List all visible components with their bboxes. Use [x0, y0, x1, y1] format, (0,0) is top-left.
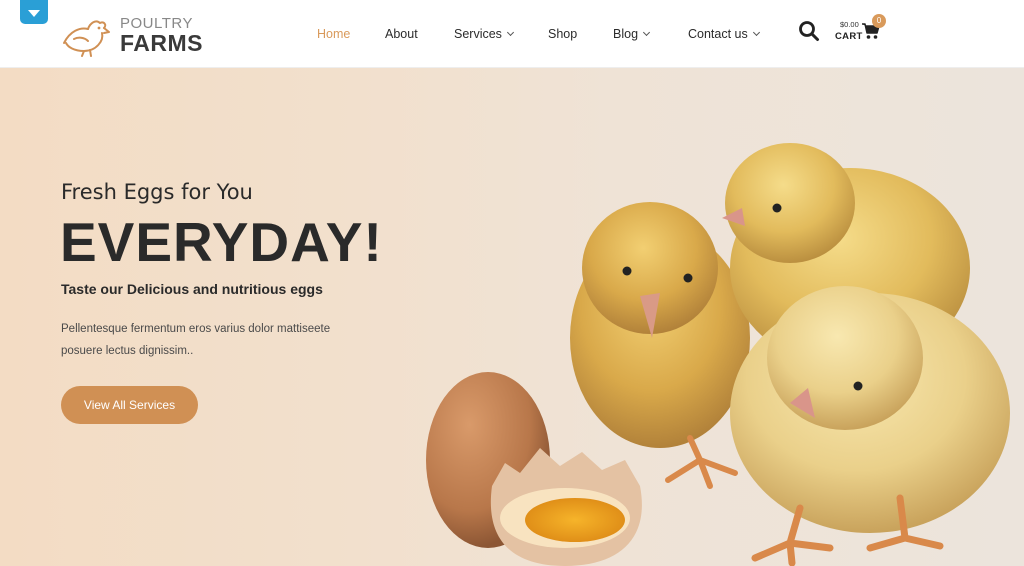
cart-label: CART [835, 31, 863, 42]
nav-item-contact[interactable]: Contact us [688, 27, 760, 41]
nav-label: Contact us [688, 27, 748, 41]
chevron-down-icon [506, 28, 514, 37]
nav-item-shop[interactable]: Shop [548, 27, 577, 41]
nav-item-services[interactable]: Services [454, 27, 514, 41]
nav-item-blog[interactable]: Blog [613, 27, 651, 41]
nav-label: Blog [613, 27, 639, 41]
nav-item-home[interactable]: Home [317, 27, 350, 41]
logo-line2: FARMS [120, 29, 203, 56]
nav-label: Services [454, 27, 502, 41]
chevron-down-icon [642, 28, 651, 37]
view-all-services-button[interactable]: View All Services [61, 386, 198, 424]
rooster-icon [63, 20, 110, 57]
chevron-down-icon [752, 28, 760, 37]
hero-banner: Fresh Eggs for You EVERYDAY! Taste our D… [0, 68, 1024, 566]
nav-label: About [385, 27, 418, 41]
site-header: POULTRY FARMS Home About Services Shop B… [0, 0, 1024, 68]
caret-down-icon [28, 9, 40, 17]
hero-pretitle: Fresh Eggs for You [61, 180, 253, 204]
logo-line1: POULTRY [120, 14, 193, 32]
cart-widget[interactable]: $0.00 CART 0 [834, 14, 886, 48]
site-logo[interactable]: POULTRY FARMS [60, 12, 220, 58]
search-icon[interactable] [798, 20, 820, 42]
cart-amount: $0.00 [840, 20, 859, 29]
hero-subtitle: Taste our Delicious and nutritious eggs [61, 281, 323, 297]
nav-item-about[interactable]: About [385, 27, 418, 41]
cart-count-badge: 0 [872, 14, 886, 28]
hero-title: EVERYDAY! [60, 211, 383, 273]
nav-label: Home [317, 27, 351, 41]
chicks-and-eggs-image [426, 143, 1010, 566]
logo-text: POULTRY FARMS [120, 16, 203, 55]
topbar-toggle-button[interactable] [20, 0, 48, 24]
nav-label: Shop [548, 27, 578, 41]
hero-description: Pellentesque fermentum eros varius dolor… [61, 323, 331, 357]
